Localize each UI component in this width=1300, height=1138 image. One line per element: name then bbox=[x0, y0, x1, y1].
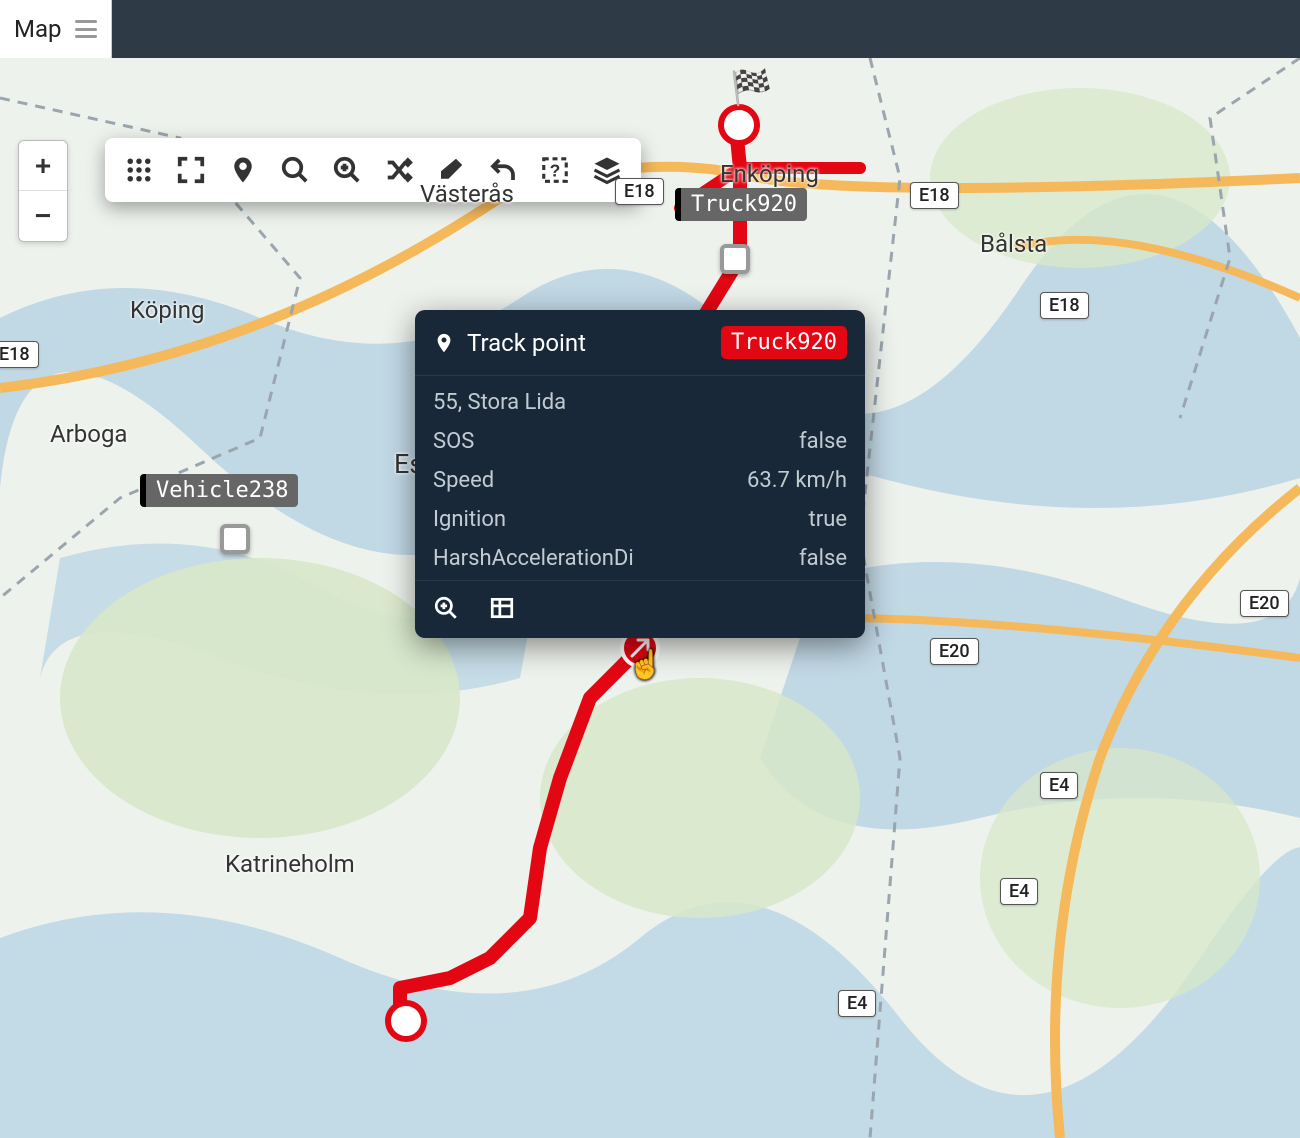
zoom-in-button[interactable]: + bbox=[19, 141, 67, 191]
vehicle-label-vehicle238[interactable]: Vehicle238 bbox=[140, 474, 298, 507]
finish-flag-icon: 🏁 bbox=[730, 68, 772, 108]
vehicle-marker-vehicle238[interactable] bbox=[220, 524, 250, 554]
road-sign: E18 bbox=[1040, 292, 1089, 319]
road-sign: E20 bbox=[1240, 590, 1289, 617]
track-point-popup: Track point Truck920 55, Stora Lida SOSf… bbox=[415, 310, 865, 638]
zoom-in-tool-icon bbox=[332, 155, 362, 185]
city-label: Katrineholm bbox=[225, 850, 355, 878]
popup-title: Track point bbox=[467, 329, 709, 357]
table-icon bbox=[489, 595, 515, 621]
popup-body[interactable]: 55, Stora Lida SOSfalse Speed63.7 km/h I… bbox=[415, 376, 865, 580]
svg-text:?: ? bbox=[550, 160, 561, 180]
zoom-tool-button[interactable] bbox=[323, 146, 371, 194]
road-sign: E4 bbox=[1040, 772, 1078, 799]
fullscreen-button[interactable] bbox=[167, 146, 215, 194]
map-menu-label: Map bbox=[14, 15, 61, 43]
road-sign: E18 bbox=[615, 178, 664, 205]
popup-row: Speed63.7 km/h bbox=[433, 468, 847, 493]
zoom-out-button[interactable]: − bbox=[19, 191, 67, 241]
shuffle-icon bbox=[384, 155, 414, 185]
map-toolbar: ? bbox=[105, 138, 641, 202]
track-start-marker[interactable] bbox=[385, 1000, 427, 1042]
road-sign: E18 bbox=[910, 182, 959, 209]
road-sign: E20 bbox=[930, 638, 979, 665]
city-label: Bålsta bbox=[980, 230, 1047, 258]
track-end-marker[interactable] bbox=[718, 104, 760, 146]
city-label: Arboga bbox=[50, 420, 127, 448]
grid-button[interactable] bbox=[115, 146, 163, 194]
search-icon bbox=[280, 155, 310, 185]
zoom-in-icon bbox=[433, 595, 459, 621]
map-canvas[interactable]: 🏁 + − ? Västerås Enköping Bålsta Köping … bbox=[0, 58, 1300, 1138]
pin-icon bbox=[433, 332, 455, 354]
city-label: Köping bbox=[130, 296, 204, 324]
city-label: Enköping bbox=[720, 160, 819, 188]
popup-address: 55, Stora Lida bbox=[433, 390, 847, 415]
search-button[interactable] bbox=[271, 146, 319, 194]
pin-icon bbox=[228, 155, 258, 185]
map-menu-button[interactable]: Map bbox=[0, 0, 112, 59]
popup-row: HarshAccelerationDifalse bbox=[433, 546, 847, 571]
vehicle-marker-truck[interactable] bbox=[720, 244, 750, 274]
road-sign: E4 bbox=[1000, 878, 1038, 905]
vehicle-label-truck[interactable]: Truck920 bbox=[675, 188, 807, 221]
zoom-control: + − bbox=[18, 140, 68, 242]
city-label: Västerås bbox=[420, 180, 514, 208]
popup-row: SOSfalse bbox=[433, 429, 847, 454]
hamburger-icon bbox=[75, 20, 97, 38]
popup-zoom-button[interactable] bbox=[429, 591, 463, 628]
marker-button[interactable] bbox=[219, 146, 267, 194]
select-help-icon: ? bbox=[540, 155, 570, 185]
fullscreen-icon bbox=[176, 155, 206, 185]
road-sign: E18 bbox=[0, 341, 39, 368]
road-sign: E4 bbox=[838, 990, 876, 1017]
popup-vehicle-badge: Truck920 bbox=[721, 326, 847, 359]
topbar bbox=[0, 0, 1300, 58]
select-help-button[interactable]: ? bbox=[531, 146, 579, 194]
popup-row: Ignitiontrue bbox=[433, 507, 847, 532]
shuffle-button[interactable] bbox=[375, 146, 423, 194]
popup-table-button[interactable] bbox=[485, 591, 519, 628]
grid-icon bbox=[124, 155, 154, 185]
